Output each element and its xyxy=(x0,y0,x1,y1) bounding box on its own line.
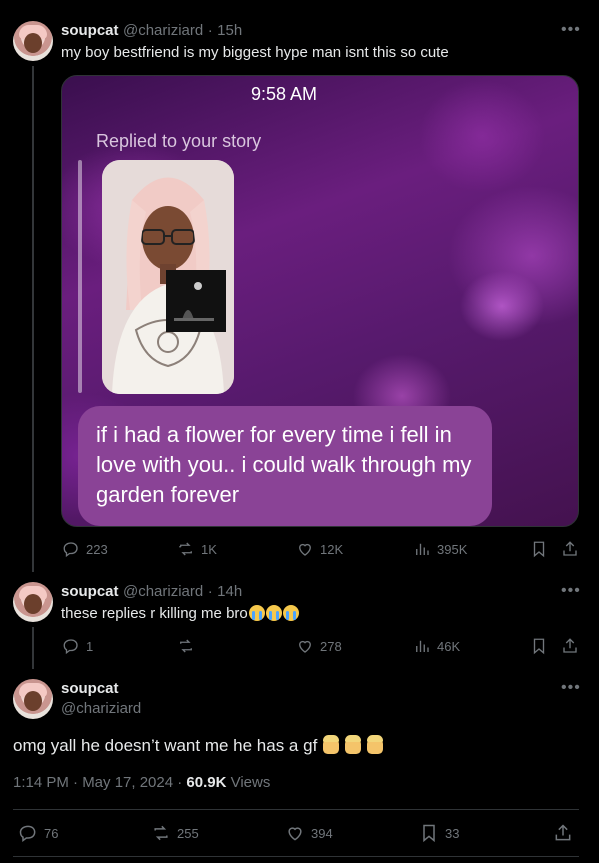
timestamp[interactable]: 14h xyxy=(217,583,242,600)
views-button[interactable]: 395K xyxy=(413,540,467,558)
more-icon[interactable]: ••• xyxy=(561,582,581,600)
repost-icon xyxy=(154,825,168,841)
avatar[interactable] xyxy=(13,679,53,719)
loudly-crying-face-icon xyxy=(282,605,299,621)
story-thumbnail[interactable] xyxy=(102,160,234,394)
share-icon xyxy=(555,824,571,841)
bookmark-button[interactable]: 33 xyxy=(419,823,459,843)
views-label: Views xyxy=(226,774,271,791)
thread-line xyxy=(32,66,34,572)
repost-button[interactable] xyxy=(177,637,195,655)
like-icon xyxy=(299,543,311,556)
views-icon xyxy=(416,543,429,555)
thread-line xyxy=(32,627,34,669)
repost-button[interactable]: 1K xyxy=(177,540,217,558)
divider xyxy=(13,856,579,857)
woman-facepalming-icon xyxy=(344,735,361,754)
tweet-text-row: these replies r killing me bro xyxy=(61,605,299,622)
loudly-crying-face-icon xyxy=(248,605,265,621)
story-clock: 9:58 AM xyxy=(251,84,318,104)
like-button[interactable]: 278 xyxy=(296,637,342,655)
username[interactable]: @chariziard xyxy=(123,583,203,600)
reply-count: 223 xyxy=(86,541,108,557)
reply-button[interactable]: 76 xyxy=(18,823,58,843)
more-icon[interactable]: ••• xyxy=(561,679,581,697)
like-button[interactable]: 394 xyxy=(285,823,333,843)
bookmark-button[interactable] xyxy=(530,637,548,655)
reply-button[interactable]: 1 xyxy=(62,637,93,655)
like-count: 278 xyxy=(320,638,342,654)
like-button[interactable]: 12K xyxy=(296,540,343,558)
reply-button[interactable]: 223 xyxy=(62,540,108,558)
views-count: 395K xyxy=(437,541,468,557)
woman-facepalming-icon xyxy=(323,735,340,754)
views-icon xyxy=(416,640,429,652)
repost-count: 1K xyxy=(201,541,217,557)
divider xyxy=(13,809,579,810)
tweet-header: soupcat @chariziard · 14h xyxy=(61,583,242,601)
story-reply-label: Replied to your story xyxy=(96,131,262,151)
share-icon xyxy=(563,541,577,556)
reply-icon xyxy=(63,542,78,558)
tweet-text-row: omg yall he doesn’t want me he has a gf xyxy=(13,735,383,756)
repost-icon xyxy=(177,542,195,556)
like-icon xyxy=(299,640,311,653)
tweet-meta: 1:14 PM · May 17, 2024 · 60.9K Views xyxy=(13,774,270,791)
story-photo xyxy=(102,160,234,394)
repost-icon xyxy=(180,639,192,653)
timestamp[interactable]: 15h xyxy=(217,22,242,39)
tweet-text: these replies r killing me bro xyxy=(61,605,248,622)
post-datetime[interactable]: 1:14 PM · May 17, 2024 · xyxy=(13,774,186,791)
woman-facepalming-icon xyxy=(366,735,383,754)
like-count: 12K xyxy=(320,541,344,557)
repost-count: 255 xyxy=(177,825,199,841)
tweet-text: my boy bestfriend is my biggest hype man… xyxy=(61,44,449,61)
bookmark-icon xyxy=(533,541,545,558)
reply-icon xyxy=(19,825,36,842)
share-button[interactable] xyxy=(553,823,573,843)
username[interactable]: @chariziard xyxy=(61,700,141,717)
loudly-crying-face-icon xyxy=(265,605,282,621)
bookmark-button[interactable] xyxy=(530,540,548,558)
bookmark-icon xyxy=(423,824,435,843)
share-button[interactable] xyxy=(561,540,579,558)
share-button[interactable] xyxy=(561,637,579,655)
reply-icon xyxy=(63,639,78,655)
reply-count: 76 xyxy=(44,825,59,841)
views-total: 60.9K xyxy=(186,774,227,791)
display-name[interactable]: soupcat xyxy=(61,583,119,600)
tweet-header: soupcat @chariziard · 15h xyxy=(61,22,242,40)
story-quote-bar xyxy=(78,160,82,393)
repost-button[interactable]: 255 xyxy=(151,823,199,843)
views-button[interactable]: 46K xyxy=(413,637,460,655)
reply-count: 1 xyxy=(86,638,94,654)
more-icon[interactable]: ••• xyxy=(561,21,581,39)
like-icon xyxy=(288,827,302,841)
like-count: 394 xyxy=(311,825,333,841)
display-name[interactable]: soupcat xyxy=(61,680,119,697)
avatar[interactable] xyxy=(13,582,53,622)
separator: · xyxy=(207,22,213,39)
username[interactable]: @chariziard xyxy=(123,22,203,39)
story-reply-message: if i had a flower for every time i fell … xyxy=(78,406,492,526)
separator: · xyxy=(207,583,213,600)
tweet-text: omg yall he doesn’t want me he has a gf xyxy=(13,736,318,755)
display-name[interactable]: soupcat xyxy=(61,22,119,39)
share-icon xyxy=(563,638,577,653)
views-count: 46K xyxy=(437,638,461,654)
avatar[interactable] xyxy=(13,21,53,61)
tweet-media[interactable]: 9:58 AM Replied to your story if i had a… xyxy=(61,75,579,527)
bookmark-icon xyxy=(533,638,545,655)
bookmark-count: 33 xyxy=(445,825,460,841)
